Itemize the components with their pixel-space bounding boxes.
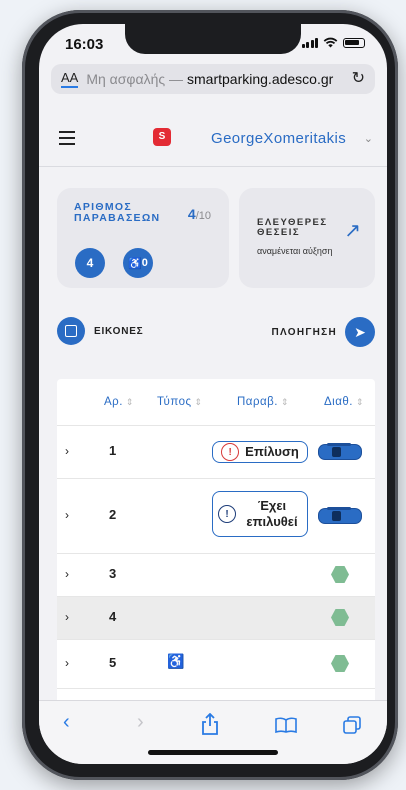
- sort-icon: ⇕: [355, 397, 365, 407]
- share-icon[interactable]: [201, 713, 219, 735]
- reader-aa-button[interactable]: AA: [61, 70, 79, 88]
- wheelchair-icon: ♿: [128, 257, 142, 270]
- sort-icon: ⇕: [125, 397, 134, 407]
- violations-badge[interactable]: 4: [75, 248, 105, 278]
- username[interactable]: GeorgeXomeritakis: [211, 130, 346, 147]
- table-header: Αρ. ⇕ Τύπος ⇕ Παραβ. ⇕ Διαθ. ⇕: [57, 379, 375, 426]
- tabs-icon[interactable]: [343, 716, 361, 734]
- battery-icon: [343, 37, 365, 48]
- expand-chevron-icon[interactable]: ›: [65, 567, 69, 581]
- car-occupied-icon: [319, 443, 361, 459]
- status-icons: [301, 37, 365, 48]
- sort-icon: ⇕: [280, 397, 290, 407]
- address-bar[interactable]: AA Μη ασφαλής — smartparking.adesco.gr ↻: [51, 64, 375, 94]
- browser-toolbar: ‹ ›: [39, 700, 387, 764]
- disabled-badge[interactable]: ♿ 0: [123, 248, 153, 278]
- image-icon: [57, 317, 85, 345]
- free-spot-icon: [331, 609, 349, 626]
- status-time: 16:03: [65, 36, 104, 53]
- chevron-down-icon[interactable]: ⌄: [364, 132, 373, 145]
- home-indicator: [148, 750, 278, 755]
- wheelchair-icon: ♿: [167, 653, 185, 669]
- phone-screen: 16:03 AA Μη ασφαλής — smartparking.adesc…: [39, 24, 387, 764]
- row-number: 4: [109, 609, 117, 624]
- reload-icon[interactable]: ↻: [352, 68, 365, 88]
- free-spaces-label: ΕΛΕΥΘΕΡΕΣ ΘΕΣΕΙΣ: [257, 217, 328, 238]
- expand-chevron-icon[interactable]: ›: [65, 610, 69, 624]
- free-spot-icon: [331, 655, 349, 672]
- row-number: 1: [109, 443, 117, 458]
- column-violation[interactable]: Παραβ. ⇕: [237, 396, 289, 408]
- car-occupied-icon: [319, 507, 361, 523]
- arrow-up-right-icon: ↗: [344, 220, 361, 242]
- violations-card: ΑΡΙΘΜΟΣ ΠΑΡΑΒΑΣΕΩΝ 4/10 4 ♿ 0: [57, 188, 229, 288]
- parking-table: Αρ. ⇕ Τύπος ⇕ Παραβ. ⇕ Διαθ. ⇕ › 1 ! Επίλυση…: [57, 379, 375, 719]
- row-number: 3: [109, 566, 117, 581]
- free-spaces-card[interactable]: ΕΛΕΥΘΕΡΕΣ ΘΕΣΕΙΣ ↗ αναμένεται αύξηση: [239, 188, 375, 288]
- resolved-violation-badge[interactable]: ! Έχει επιλυθεί: [212, 491, 308, 537]
- forward-icon[interactable]: ›: [137, 711, 144, 734]
- insecure-label: Μη ασφαλής —: [86, 71, 184, 87]
- expand-chevron-icon[interactable]: ›: [65, 444, 69, 458]
- free-spot-icon: [331, 566, 349, 583]
- app-header: S GeorgeXomeritakis ⌄: [39, 116, 387, 167]
- table-row[interactable]: › 1 ! Επίλυση: [57, 426, 375, 479]
- column-number[interactable]: Αρ. ⇕: [104, 396, 134, 408]
- images-label: ΕΙΚΟΝΕΣ: [94, 325, 144, 337]
- signal-icon: [301, 37, 318, 48]
- column-type[interactable]: Τύπος ⇕: [157, 396, 203, 408]
- menu-icon[interactable]: [59, 131, 75, 149]
- navigation-label: ΠΛΟΗΓΗΣΗ: [271, 326, 337, 338]
- expand-chevron-icon[interactable]: ›: [65, 656, 69, 670]
- alert-icon: !: [221, 443, 240, 461]
- violations-label: ΑΡΙΘΜΟΣ ΠΑΡΑΒΑΣΕΩΝ: [74, 201, 161, 224]
- action-row: ΕΙΚΟΝΕΣ ΠΛΟΗΓΗΣΗ ➤: [57, 317, 375, 347]
- navigation-button[interactable]: ΠΛΟΗΓΗΣΗ ➤: [272, 317, 375, 347]
- info-icon: !: [218, 505, 236, 523]
- sort-icon: ⇕: [194, 397, 203, 407]
- row-number: 2: [109, 507, 117, 522]
- expand-chevron-icon[interactable]: ›: [65, 508, 69, 522]
- app-logo: S: [153, 128, 171, 146]
- back-icon[interactable]: ‹: [63, 711, 70, 734]
- wifi-icon: [323, 37, 338, 48]
- table-row[interactable]: › 4: [57, 597, 375, 640]
- table-row[interactable]: › 3: [57, 554, 375, 597]
- violations-count: 4/10: [187, 206, 211, 222]
- navigate-arrow-icon: ➤: [345, 317, 375, 347]
- url-domain: smartparking.adesco.gr: [187, 71, 334, 87]
- notch: [125, 24, 301, 54]
- table-row[interactable]: › 5 ♿: [57, 640, 375, 689]
- column-availability[interactable]: Διαθ. ⇕: [324, 396, 364, 408]
- row-number: 5: [109, 655, 117, 670]
- table-row[interactable]: › 2 ! Έχει επιλυθεί: [57, 479, 375, 554]
- resolve-violation-button[interactable]: ! Επίλυση: [212, 441, 308, 463]
- images-button[interactable]: ΕΙΚΟΝΕΣ: [57, 317, 143, 345]
- bookmarks-icon[interactable]: [275, 717, 297, 733]
- free-spaces-subtitle: αναμένεται αύξηση: [257, 246, 333, 256]
